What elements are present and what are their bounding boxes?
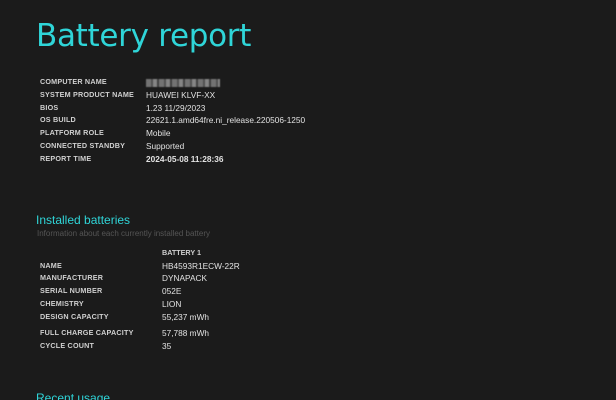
table-row: NAME HB4593R1ECW-22R bbox=[40, 260, 240, 273]
battery-label: CHEMISTRY bbox=[40, 298, 84, 308]
battery-label: NAME bbox=[40, 260, 62, 270]
battery-label: CYCLE COUNT bbox=[40, 340, 95, 350]
battery-label: SERIAL NUMBER bbox=[40, 286, 103, 296]
battery-value: 55,237 mWh bbox=[162, 311, 210, 322]
info-row-os-build: OS BUILD 22621.1.amd64fre.ni_release.220… bbox=[40, 114, 305, 127]
info-label: SYSTEM PRODUCT NAME bbox=[40, 89, 135, 99]
battery-value: LION bbox=[162, 298, 182, 309]
battery-value: DYNAPACK bbox=[162, 273, 208, 284]
battery-value: 052E bbox=[162, 286, 182, 297]
battery-label: DESIGN CAPACITY bbox=[40, 311, 109, 321]
battery-column-header: BATTERY 1 bbox=[162, 248, 202, 257]
info-row-product-name: SYSTEM PRODUCT NAME HUAWEI KLVF-XX bbox=[40, 89, 305, 102]
info-value: 2024-05-08 11:28:36 bbox=[146, 153, 224, 164]
battery-value: 35 bbox=[162, 340, 172, 351]
info-row-bios: BIOS 1.23 11/29/2023 bbox=[40, 102, 305, 115]
redacted-blur bbox=[146, 78, 220, 87]
table-row: DESIGN CAPACITY 55,237 mWh bbox=[40, 311, 240, 324]
empty-header-cell bbox=[40, 247, 162, 260]
info-row-computer-name: COMPUTER NAME bbox=[40, 76, 305, 89]
table-row: MANUFACTURER DYNAPACK bbox=[40, 272, 240, 285]
info-label: OS BUILD bbox=[40, 115, 76, 125]
info-value: Supported bbox=[146, 140, 185, 151]
info-value: 22621.1.amd64fre.ni_release.220506-1250 bbox=[146, 115, 306, 126]
table-row: CYCLE COUNT 35 bbox=[40, 340, 240, 353]
info-row-connected-standby: CONNECTED STANDBY Supported bbox=[40, 140, 305, 153]
page-title: Battery report bbox=[36, 18, 252, 54]
battery-header-row: BATTERY 1 bbox=[40, 247, 240, 260]
info-value: HUAWEI KLVF-XX bbox=[146, 89, 216, 100]
info-label: CONNECTED STANDBY bbox=[40, 140, 126, 150]
battery-label: MANUFACTURER bbox=[40, 273, 104, 283]
battery-report-page: Battery report COMPUTER NAME SYSTEM PROD… bbox=[0, 0, 616, 400]
installed-batteries-subtitle: Information about each currently install… bbox=[37, 229, 210, 238]
info-label: COMPUTER NAME bbox=[40, 77, 107, 86]
table-row: CHEMISTRY LION bbox=[40, 298, 240, 311]
installed-batteries-table: BATTERY 1 NAME HB4593R1ECW-22R MANUFACTU… bbox=[40, 247, 240, 353]
info-label: PLATFORM ROLE bbox=[40, 128, 104, 138]
info-value: Mobile bbox=[146, 128, 171, 139]
battery-label: FULL CHARGE CAPACITY bbox=[40, 328, 134, 338]
battery-value: HB4593R1ECW-22R bbox=[162, 260, 240, 271]
info-label: BIOS bbox=[40, 102, 59, 112]
table-row: FULL CHARGE CAPACITY 57,788 mWh bbox=[40, 327, 240, 340]
table-row: SERIAL NUMBER 052E bbox=[40, 285, 240, 298]
recent-usage-heading: Recent usage bbox=[36, 391, 111, 400]
battery-value: 57,788 mWh bbox=[162, 328, 210, 339]
computer-name-value-redacted bbox=[146, 76, 305, 89]
system-info-table: COMPUTER NAME SYSTEM PRODUCT NAME HUAWEI… bbox=[40, 76, 305, 166]
info-label: REPORT TIME bbox=[40, 153, 92, 163]
info-row-report-time: REPORT TIME 2024-05-08 11:28:36 bbox=[40, 153, 305, 166]
info-row-platform-role: PLATFORM ROLE Mobile bbox=[40, 127, 305, 140]
installed-batteries-heading: Installed batteries bbox=[36, 213, 131, 227]
info-value: 1.23 11/29/2023 bbox=[146, 102, 206, 113]
